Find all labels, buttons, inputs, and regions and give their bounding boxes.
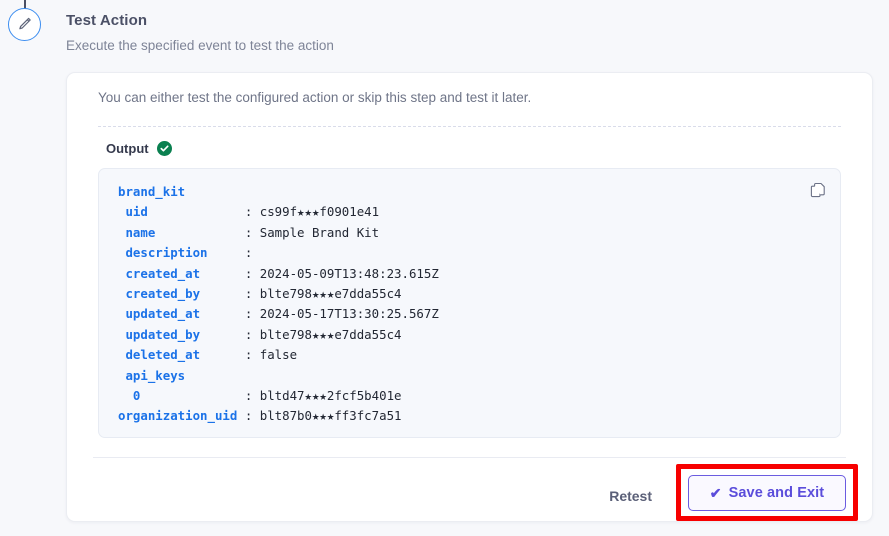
code-value: 2024-05-17T13:30:25.567Z [259, 306, 439, 322]
code-key: uid [118, 204, 148, 220]
code-line: updated_at : 2024-05-17T13:30:25.567Z [118, 304, 439, 324]
code-key: organization_uid [118, 408, 238, 424]
code-line: description : [118, 243, 439, 263]
code-line: created_by : blte798★★★e7dda55c4 [118, 284, 439, 304]
code-line: uid : cs99f★★★f0901e41 [118, 202, 439, 222]
code-value: blt87b0★★★ff3fc7a51 [259, 408, 402, 424]
code-line: deleted_at : false [118, 345, 439, 365]
code-line: brand_kit [118, 182, 439, 202]
code-colon: : [140, 387, 260, 403]
code-line: 0 : bltd47★★★2fcf5b401e [118, 386, 439, 406]
step-rail [0, 0, 50, 536]
save-and-exit-button[interactable]: ✔ Save and Exit [688, 475, 846, 511]
code-line: organization_uid : blt87b0★★★ff3fc7a51 [118, 406, 439, 426]
test-action-card: You can either test the configured actio… [66, 72, 873, 522]
code-key: updated_at [118, 306, 201, 322]
code-value: 2024-05-09T13:48:23.615Z [259, 265, 439, 281]
step-header: Test Action Execute the specified event … [66, 12, 706, 54]
code-key: api_keys [118, 367, 186, 383]
page-title: Test Action [66, 12, 148, 29]
code-line: updated_by : blte798★★★e7dda55c4 [118, 325, 439, 345]
save-and-exit-label: Save and Exit [728, 485, 825, 501]
output-header: Output [106, 141, 172, 156]
code-key: description [118, 245, 208, 261]
code-line: created_at : 2024-05-09T13:48:23.615Z [118, 264, 439, 284]
copy-icon[interactable] [808, 180, 828, 200]
code-colon: : [237, 408, 260, 424]
code-key: deleted_at [118, 347, 201, 363]
code-key: name [118, 224, 156, 240]
pencil-circle-icon [8, 8, 41, 41]
code-colon: : [200, 347, 260, 363]
code-key: brand_kit [118, 184, 186, 199]
code-value: Sample Brand Kit [259, 224, 380, 240]
output-code: brand_kit uid : cs99f★★★f0901e41 name : … [118, 182, 439, 427]
code-value: blte798★★★e7dda55c4 [259, 326, 402, 342]
retest-button[interactable]: Retest [605, 482, 656, 510]
code-key: created_at [118, 265, 201, 281]
code-key: created_by [118, 285, 201, 301]
code-key: updated_by [118, 326, 201, 342]
code-colon: : [200, 285, 260, 301]
output-label: Output [106, 141, 149, 156]
check-icon: ✔ [709, 485, 722, 501]
footer-divider [93, 457, 846, 458]
code-colon: : [155, 224, 260, 240]
code-colon: : [207, 245, 260, 261]
code-value: blte798★★★e7dda55c4 [259, 285, 402, 301]
page-subtitle: Execute the specified event to test the … [66, 38, 334, 53]
code-line: api_keys [118, 366, 439, 386]
intro-divider [98, 126, 841, 127]
code-colon: : [200, 306, 260, 322]
code-value: cs99f★★★f0901e41 [259, 204, 380, 220]
code-line: name : Sample Brand Kit [118, 223, 439, 243]
card-intro-text: You can either test the configured actio… [98, 90, 532, 105]
code-key: 0 [118, 387, 141, 403]
code-value: false [259, 347, 298, 363]
green-check-circle-icon [156, 141, 172, 156]
code-colon: : [147, 204, 260, 220]
output-code-panel: brand_kit uid : cs99f★★★f0901e41 name : … [98, 168, 841, 438]
code-colon: : [200, 265, 260, 281]
code-value: bltd47★★★2fcf5b401e [259, 387, 402, 403]
code-colon: : [200, 326, 260, 342]
